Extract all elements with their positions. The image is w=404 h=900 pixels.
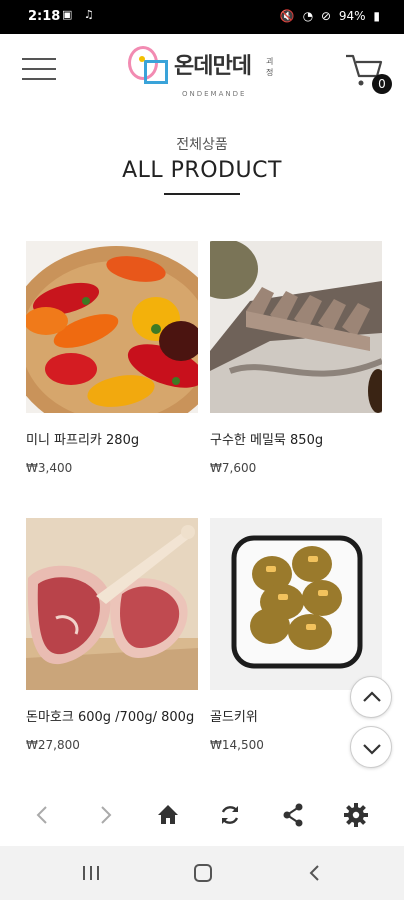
product-image[interactable] <box>26 241 198 413</box>
refresh-icon <box>221 806 239 824</box>
battery-icon: ▮ <box>373 9 380 23</box>
dnd-icon: ⊘ <box>321 9 332 23</box>
logo-mark-dot <box>139 56 145 62</box>
mute-icon: 🔇 <box>279 9 295 23</box>
system-back-button[interactable] <box>300 862 330 884</box>
chevron-up-icon <box>363 691 381 702</box>
product-image[interactable] <box>26 518 198 690</box>
home-system-button[interactable] <box>188 862 218 884</box>
product-card[interactable]: 구수한 메밀묵 850g ₩7,600 <box>210 241 382 475</box>
status-time: 2:18 <box>28 9 61 24</box>
product-image[interactable] <box>210 241 382 413</box>
section-title-en: ALL PRODUCT <box>122 158 282 183</box>
battery-level: 94% <box>338 9 366 23</box>
home-square-icon <box>194 864 212 882</box>
forward-button[interactable] <box>90 800 120 830</box>
share-icon <box>283 803 303 827</box>
chevron-down-icon <box>363 744 381 755</box>
scroll-down-button[interactable] <box>350 726 392 768</box>
product-name[interactable]: 돈마호크 600g /700g/ 800g <box>26 708 198 728</box>
arrow-left-icon <box>36 806 47 824</box>
product-name[interactable]: 미니 파프리카 280g <box>26 431 198 451</box>
status-right: 🔇 ◔ ⊘ 94% ▮ <box>276 9 380 23</box>
recent-apps-icon <box>83 866 99 880</box>
gear-icon <box>344 803 368 827</box>
system-navigation-bar <box>0 846 404 900</box>
section-title: 전체상품 ALL PRODUCT <box>0 134 404 195</box>
product-name[interactable]: 구수한 메밀묵 850g <box>210 431 382 451</box>
notification-icons: ▣ ♫ <box>62 8 98 21</box>
wifi-icon: ◔ <box>302 9 314 23</box>
cart-count-badge: 0 <box>372 74 392 94</box>
product-card[interactable]: 돈마호크 600g /700g/ 800g ₩27,800 <box>26 518 198 752</box>
recent-apps-button[interactable] <box>76 862 106 884</box>
brand-logo[interactable]: 온데만데 ONDEMANDE 괴정 <box>128 44 278 100</box>
home-button[interactable] <box>153 800 183 830</box>
share-button[interactable] <box>278 800 308 830</box>
logo-subtitle: ONDEMANDE <box>182 90 247 98</box>
arrow-right-icon <box>101 806 112 824</box>
status-bar: 2:18 ▣ ♫ 🔇 ◔ ⊘ 94% ▮ <box>0 0 404 34</box>
back-button[interactable] <box>28 800 58 830</box>
logo-text: 온데만데 <box>174 54 252 79</box>
logo-mark-blue <box>144 60 168 84</box>
title-underline <box>164 193 240 195</box>
back-chevron-icon <box>309 865 319 881</box>
product-image[interactable] <box>210 518 382 690</box>
product-price: ₩3,400 <box>26 461 73 475</box>
product-price: ₩27,800 <box>26 738 80 752</box>
settings-button[interactable] <box>341 800 371 830</box>
product-card[interactable]: 미니 파프리카 280g ₩3,400 <box>26 241 198 475</box>
app-header: 온데만데 ONDEMANDE 괴정 0 <box>0 34 404 118</box>
hamburger-menu-icon[interactable] <box>22 58 56 84</box>
section-title-kr: 전체상품 <box>176 137 228 153</box>
cart-button[interactable]: 0 <box>344 52 392 98</box>
refresh-button[interactable] <box>215 800 245 830</box>
bottom-navigation <box>0 790 404 838</box>
product-price: ₩7,600 <box>210 461 257 475</box>
scroll-up-button[interactable] <box>350 676 392 718</box>
home-icon <box>158 805 178 824</box>
logo-branch: 괴정 <box>266 57 274 77</box>
